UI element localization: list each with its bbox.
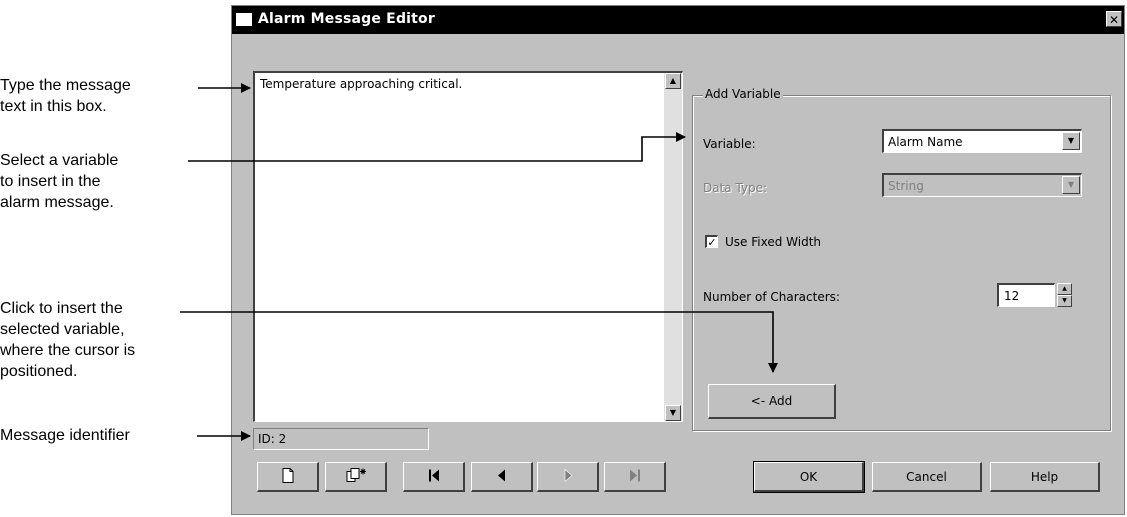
- leader-select-variable: [188, 132, 686, 162]
- callout-leader-lines: [180, 83, 778, 441]
- leader-click-insert: [180, 311, 778, 373]
